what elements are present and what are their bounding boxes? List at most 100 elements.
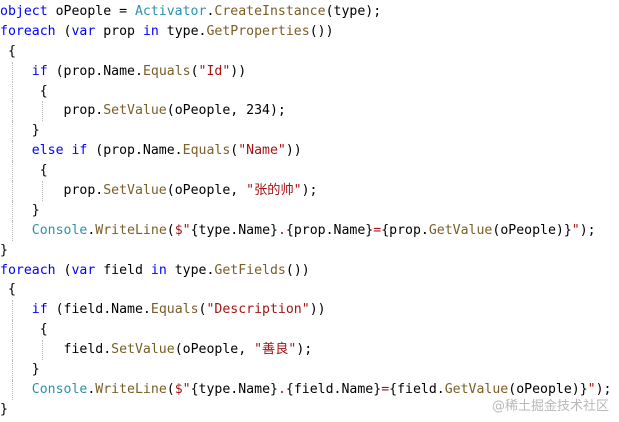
code-token: )) [230,63,247,79]
indent-guide [12,300,13,321]
code-token: else if [31,143,88,159]
code-token: (oPeople)} [492,222,572,238]
code-token: prop [95,23,143,39]
indent-guide [12,360,13,380]
code-token: } [0,123,40,139]
code-token: foreach [0,262,56,278]
code-line: } [0,200,619,221]
code-token: )) [285,143,302,159]
indent-guide [12,61,13,82]
code-token: type. [158,23,207,39]
code-token: ( [166,222,175,238]
code-token: SetValue [103,103,167,119]
code-token: { [0,43,16,59]
code-token: var [71,23,96,39]
code-token: GetProperties [206,23,310,39]
code-token: } [0,401,8,417]
code-token: prop. [0,183,104,199]
indent-guide [12,320,13,341]
code-token: var [71,262,96,278]
code-token: if [31,302,48,318]
indent-guide [12,101,13,122]
code-token: {field.Name} [285,381,382,397]
code-token: "善良" [254,342,297,358]
code-token: $" [174,381,191,397]
code-token: " [571,222,580,238]
code-token: . [277,381,286,397]
code-token: GetValue [428,222,493,238]
indent-guide [12,340,13,361]
code-token: oPeople = [55,4,135,19]
code-token: . [277,222,286,238]
indent-guide [12,200,13,221]
code-token: CreateInstance [214,4,326,19]
code-token: type. [166,262,215,278]
code-token: (prop.Name. [87,143,183,159]
code-token: SetValue [111,342,175,358]
code-token: ( [166,381,175,397]
code-token: { [0,322,48,338]
code-token: {type.Name} [190,222,278,238]
code-token: } [0,242,8,258]
code-editor[interactable]: object oPeople = Activator. CreateInstanc… [0,0,619,422]
code-token: { [0,282,16,298]
watermark: @稀土掘金技术社区 [491,399,609,414]
code-token: foreach [0,23,56,39]
indent-guide [42,340,43,361]
code-token: Equals [142,63,191,79]
code-token: (oPeople, 234); [166,103,286,119]
code-token: = [381,381,390,397]
code-line: prop.SetValue(oPeople, 234); [0,101,619,122]
code-token: (type); [325,4,382,19]
code-token: field [95,262,151,278]
code-line: { [0,81,619,102]
code-line: else if (prop.Name.Equals("Name")) [0,141,619,162]
code-token: )) [309,302,326,318]
code-token: WriteLine [95,381,167,397]
code-token: ( [55,262,72,278]
code-token: ); [296,342,313,358]
code-token: {field. [389,381,445,397]
code-token: in [142,23,159,39]
code-token: { [0,163,48,179]
code-token: Equals [150,302,199,318]
code-line: foreach (var prop in type.GetProperties(… [0,22,619,42]
code-token: } [0,362,40,378]
code-token: ( [55,23,72,39]
code-token: (oPeople, [166,183,247,199]
code-token: Console [31,381,88,397]
code-token: ); [579,222,596,238]
code-token: {prop.Name} [285,222,374,238]
code-line: foreach (var field in type.GetFields()) [0,261,619,281]
code-token: ()) [285,262,310,278]
code-token: field. [0,342,112,358]
code-token: ( [190,63,199,79]
code-line: field.SetValue(oPeople, "善良"); [0,340,619,361]
code-token: ()) [309,23,334,39]
code-token: "张的帅" [246,183,302,199]
code-token: object [0,4,56,19]
code-token: Equals [182,143,231,159]
code-line: object oPeople = Activator.CreateInstanc… [0,2,619,22]
code-line: { [0,161,619,182]
code-line: if (prop.Name.Equals("Id")) [0,61,619,82]
code-token: = [373,222,382,238]
code-line: prop.SetValue(oPeople, "张的帅"); [0,181,619,201]
code-line: { [0,280,619,300]
code-token: (oPeople, [174,342,255,358]
code-token: SetValue [103,183,167,199]
indent-guide [12,161,13,182]
code-token: {prop. [381,222,429,238]
code-token: if [31,63,48,79]
code-token: "Name" [238,143,286,159]
code-token: { [0,83,48,99]
code-line: } [0,360,619,380]
code-line: } [0,241,619,261]
code-token: (prop.Name. [47,63,143,79]
indent-guide [12,81,13,102]
indent-guide [12,121,13,142]
